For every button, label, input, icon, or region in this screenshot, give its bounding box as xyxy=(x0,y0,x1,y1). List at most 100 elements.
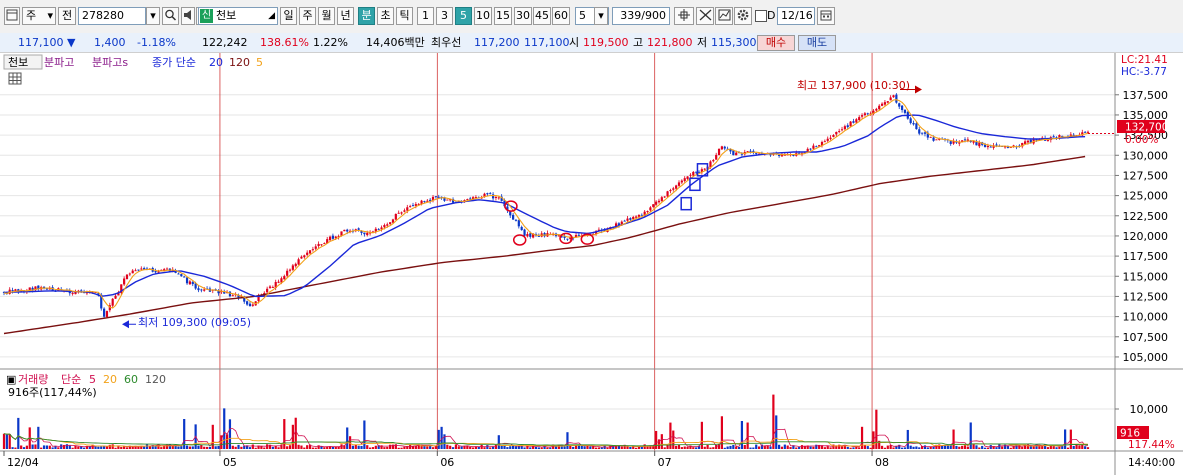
volume-ma60: 60 xyxy=(124,373,138,386)
time-label: 14:40:00 xyxy=(1128,457,1175,469)
volume-bar xyxy=(431,447,435,449)
candle-body xyxy=(677,182,681,186)
candle-body xyxy=(297,259,300,265)
candle-body xyxy=(191,281,194,285)
volume-bar xyxy=(1086,447,1090,449)
period-day[interactable]: 일 xyxy=(280,7,297,25)
volume-bar xyxy=(77,446,80,449)
minute-1[interactable]: 1 xyxy=(417,7,434,25)
volume-bar xyxy=(746,422,749,449)
legend-ma-type[interactable]: 종가 단순 xyxy=(152,56,196,69)
current-volume-pct: 117.44% xyxy=(1128,439,1175,451)
layout-icon[interactable] xyxy=(4,7,20,25)
table-icon[interactable] xyxy=(8,72,22,85)
volume-bar xyxy=(328,446,332,449)
legend-wave-1[interactable]: 분파고 xyxy=(44,56,74,69)
volume-bar xyxy=(403,446,406,449)
minute-3[interactable]: 3 xyxy=(436,7,453,25)
minute-10[interactable]: 10 xyxy=(474,7,492,25)
date-input[interactable]: 12/16 xyxy=(777,7,815,25)
volume-bar xyxy=(1001,446,1004,449)
custom-minute-dropdown-icon[interactable]: ▾ xyxy=(594,7,608,25)
volume-bar xyxy=(14,447,17,449)
candle-body xyxy=(343,229,346,232)
candle-body xyxy=(898,103,901,107)
code-dropdown-icon[interactable]: ▾ xyxy=(146,7,160,25)
volume-bar xyxy=(563,446,566,449)
candle-body xyxy=(537,235,540,237)
volume-bar xyxy=(383,447,386,449)
volume-bar xyxy=(755,444,758,449)
period-tick[interactable]: 틱 xyxy=(396,7,413,25)
volume-bar xyxy=(692,447,695,449)
candle-body xyxy=(140,268,143,270)
minute-45[interactable]: 45 xyxy=(533,7,551,25)
candle-body xyxy=(746,151,749,153)
candle-count-field[interactable]: 339/900 xyxy=(612,7,670,25)
toolbar: 주 ▾ 전 278280 ▾ ▾ 신 천보 ◢ 일 주 월 년 분 초 틱 1 … xyxy=(0,0,1183,34)
candle-body xyxy=(231,295,234,297)
new-listing-badge: 신 xyxy=(200,9,213,23)
prev-button[interactable]: 전 xyxy=(58,7,76,25)
candle-body xyxy=(271,287,274,288)
candle-body xyxy=(228,291,232,297)
buy-button[interactable]: 매수 xyxy=(757,35,795,51)
candle-body xyxy=(131,270,134,274)
candle-body xyxy=(921,132,924,134)
candle-body xyxy=(683,178,686,181)
volume-bar xyxy=(160,447,163,449)
period-minute[interactable]: 분 xyxy=(358,7,375,25)
volume-bar xyxy=(1069,429,1072,449)
speaker-icon[interactable] xyxy=(181,7,195,25)
volume-bar xyxy=(283,419,286,449)
volume-bar xyxy=(1003,444,1007,449)
current-volume-tag-text: 916 xyxy=(1120,428,1140,440)
stock-name-field[interactable]: 신 천보 ◢ xyxy=(198,7,278,25)
volume-ratio: 138.61% xyxy=(260,36,309,49)
candle-body xyxy=(137,269,140,271)
legend-ma5[interactable]: 5 xyxy=(256,56,263,69)
price-axis-label: 127,500 xyxy=(1123,169,1169,182)
period-week[interactable]: 주 xyxy=(299,7,316,25)
minute-30[interactable]: 30 xyxy=(514,7,532,25)
candle-body xyxy=(11,289,14,291)
minute-60[interactable]: 60 xyxy=(552,7,570,25)
minute-15[interactable]: 15 xyxy=(494,7,512,25)
draw-tool-icon[interactable] xyxy=(696,7,714,25)
trade-amount: 14,406백만 xyxy=(366,36,425,49)
volume-bar xyxy=(517,446,520,449)
legend-ma120[interactable]: 120 xyxy=(229,56,250,69)
legend-wave-2[interactable]: 분파고s xyxy=(92,56,128,69)
sell-button[interactable]: 매도 xyxy=(798,35,836,51)
volume-bar xyxy=(180,446,183,449)
period-year[interactable]: 년 xyxy=(337,7,354,25)
price-volume-chart[interactable]: 137,500135,000132,500130,000127,500125,0… xyxy=(0,53,1183,475)
crosshair-icon[interactable] xyxy=(674,7,694,25)
period-month[interactable]: 월 xyxy=(318,7,335,25)
candle-body xyxy=(855,119,858,123)
volume-bar xyxy=(31,444,34,449)
volume-bar xyxy=(5,434,8,449)
volume-bar xyxy=(823,447,826,449)
volume-bar xyxy=(471,447,475,449)
date-checkbox[interactable] xyxy=(755,10,767,22)
volume-bar xyxy=(371,447,375,449)
period-second[interactable]: 초 xyxy=(377,7,394,25)
chart-tool-icon[interactable] xyxy=(715,7,733,25)
volume-bar xyxy=(237,444,240,449)
market-select[interactable]: 주 ▾ xyxy=(22,7,56,25)
gear-icon[interactable] xyxy=(734,7,752,25)
volume-bar xyxy=(71,447,74,449)
volume-title[interactable]: 거래량 xyxy=(18,373,48,386)
minute-5[interactable]: 5 xyxy=(455,7,472,25)
volume-bar xyxy=(683,446,686,449)
volume-bar xyxy=(589,446,592,449)
calendar-icon[interactable] xyxy=(817,7,835,25)
stock-code-input[interactable]: 278280 xyxy=(78,7,146,25)
search-icon[interactable] xyxy=(162,7,179,25)
volume-ma20: 20 xyxy=(103,373,117,386)
volume-bar xyxy=(386,446,389,449)
legend-ma20[interactable]: 20 xyxy=(209,56,223,69)
candle-body xyxy=(732,150,735,156)
candle-body xyxy=(835,131,838,135)
